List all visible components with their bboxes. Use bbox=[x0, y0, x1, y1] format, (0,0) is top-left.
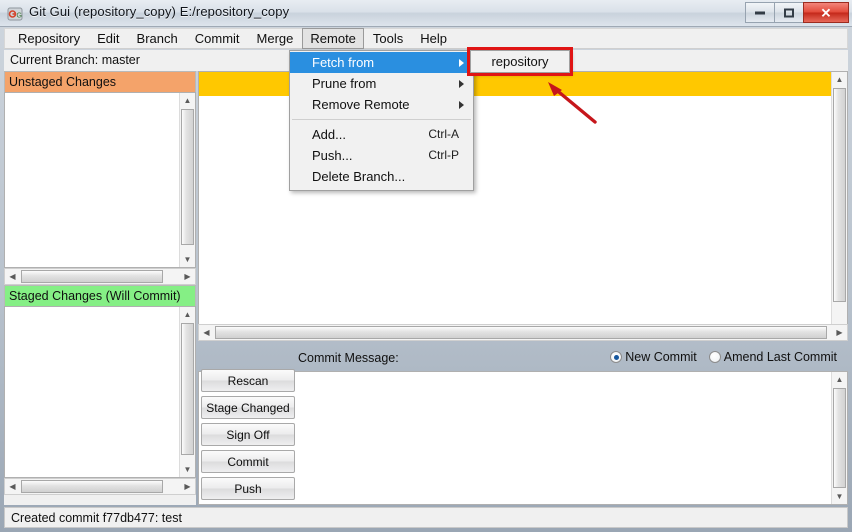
chevron-right-icon bbox=[459, 79, 464, 88]
scroll-right-icon[interactable]: ▶ bbox=[832, 325, 847, 340]
menu-commit[interactable]: Commit bbox=[187, 28, 248, 49]
scrollbar-thumb[interactable] bbox=[181, 323, 194, 455]
new-commit-label[interactable]: New Commit bbox=[625, 350, 697, 364]
rescan-button[interactable]: Rescan bbox=[201, 369, 295, 392]
minimize-button[interactable] bbox=[745, 2, 775, 23]
menu-edit[interactable]: Edit bbox=[89, 28, 127, 49]
scroll-up-icon[interactable]: ▲ bbox=[180, 307, 195, 322]
menu-item-add[interactable]: Add... Ctrl-A bbox=[290, 124, 473, 145]
maximize-button[interactable] bbox=[774, 2, 804, 23]
staged-changes-list[interactable]: ▲ ▼ bbox=[4, 306, 196, 478]
push-button[interactable]: Push bbox=[201, 477, 295, 500]
diff-vertical-scrollbar[interactable]: ▲ ▼ bbox=[831, 72, 847, 340]
commit-message-header: Commit Message: New Commit Amend Last Co… bbox=[198, 348, 848, 370]
window-controls: ✕ bbox=[745, 2, 849, 23]
menu-bar: Repository Edit Branch Commit Merge Remo… bbox=[4, 28, 848, 49]
menu-item-prune-from[interactable]: Prune from bbox=[290, 73, 473, 94]
git-gui-window: G Git Gui (repository_copy) E:/repositor… bbox=[0, 0, 852, 532]
menu-branch[interactable]: Branch bbox=[129, 28, 186, 49]
maximize-icon bbox=[784, 8, 794, 17]
commit-button[interactable]: Commit bbox=[201, 450, 295, 473]
svg-text:G: G bbox=[17, 13, 22, 20]
scrollbar-thumb[interactable] bbox=[21, 270, 163, 283]
scrollbar-thumb[interactable] bbox=[833, 88, 846, 302]
git-logo-icon: G bbox=[7, 6, 23, 22]
menu-item-label: Add... bbox=[312, 127, 346, 142]
scrollbar-thumb[interactable] bbox=[21, 480, 163, 493]
amend-commit-label[interactable]: Amend Last Commit bbox=[724, 350, 837, 364]
menu-repository[interactable]: Repository bbox=[10, 28, 88, 49]
menu-item-fetch-from[interactable]: Fetch from bbox=[290, 52, 473, 73]
commit-message-label: Commit Message: bbox=[298, 351, 399, 365]
menu-item-delete-branch[interactable]: Delete Branch... bbox=[290, 166, 473, 187]
scrollbar-thumb[interactable] bbox=[833, 388, 846, 488]
commit-message-input[interactable]: ▲ ▼ bbox=[198, 371, 848, 505]
scroll-left-icon[interactable]: ◀ bbox=[5, 479, 20, 494]
scroll-up-icon[interactable]: ▲ bbox=[180, 93, 195, 108]
chevron-right-icon bbox=[459, 100, 464, 109]
close-button[interactable]: ✕ bbox=[803, 2, 849, 23]
scroll-left-icon[interactable]: ◀ bbox=[199, 325, 214, 340]
action-button-column: Rescan Stage Changed Sign Off Commit Pus… bbox=[201, 369, 295, 500]
menu-help[interactable]: Help bbox=[412, 28, 455, 49]
status-bar: Created commit f77db477: test bbox=[4, 507, 848, 528]
scroll-down-icon[interactable]: ▼ bbox=[180, 252, 195, 267]
scroll-down-icon[interactable]: ▼ bbox=[180, 462, 195, 477]
menu-item-label: Remove Remote bbox=[312, 97, 410, 112]
left-column: Unstaged Changes ▲ ▼ ◀ ▶ Staged Changes … bbox=[4, 71, 196, 505]
scrollbar-thumb[interactable] bbox=[181, 109, 194, 245]
diff-horizontal-scrollbar[interactable]: ◀ ▶ bbox=[198, 324, 848, 341]
remote-dropdown-menu: Fetch from Prune from Remove Remote Add.… bbox=[289, 50, 474, 191]
submenu-item-repository[interactable]: repository bbox=[471, 51, 569, 72]
scrollbar-thumb[interactable] bbox=[215, 326, 827, 339]
scroll-up-icon[interactable]: ▲ bbox=[832, 372, 847, 387]
diff-horizontal-scrollbar-wrap: ◀ ▶ bbox=[198, 324, 848, 342]
menu-item-shortcut: Ctrl-P bbox=[428, 148, 459, 162]
title-bar: G Git Gui (repository_copy) E:/repositor… bbox=[0, 0, 852, 27]
fetch-from-submenu: repository bbox=[470, 50, 570, 73]
scroll-left-icon[interactable]: ◀ bbox=[5, 269, 20, 284]
staged-changes-header: Staged Changes (Will Commit) bbox=[4, 285, 196, 306]
window-title: Git Gui (repository_copy) E:/repository_… bbox=[29, 4, 290, 19]
commit-vertical-scrollbar[interactable]: ▲ ▼ bbox=[831, 372, 847, 504]
close-icon: ✕ bbox=[820, 5, 832, 20]
staged-vertical-scrollbar[interactable]: ▲ ▼ bbox=[179, 307, 195, 477]
unstaged-changes-list[interactable]: ▲ ▼ bbox=[4, 92, 196, 268]
unstaged-vertical-scrollbar[interactable]: ▲ ▼ bbox=[179, 93, 195, 267]
chevron-right-icon bbox=[459, 58, 464, 67]
menu-separator bbox=[292, 119, 471, 120]
unstaged-horizontal-scrollbar[interactable]: ◀ ▶ bbox=[4, 268, 196, 285]
new-commit-radio[interactable] bbox=[610, 351, 623, 363]
staged-horizontal-scrollbar[interactable]: ◀ ▶ bbox=[4, 478, 196, 495]
scroll-down-icon[interactable]: ▼ bbox=[832, 489, 847, 504]
menu-tools[interactable]: Tools bbox=[365, 28, 411, 49]
menu-remote[interactable]: Remote bbox=[302, 28, 364, 49]
scroll-up-icon[interactable]: ▲ bbox=[832, 72, 847, 87]
menu-merge[interactable]: Merge bbox=[249, 28, 302, 49]
menu-item-push[interactable]: Push... Ctrl-P bbox=[290, 145, 473, 166]
menu-item-label: Fetch from bbox=[312, 55, 375, 70]
minimize-icon bbox=[755, 11, 765, 14]
stage-changed-button[interactable]: Stage Changed bbox=[201, 396, 295, 419]
commit-mode-radios: New Commit Amend Last Commit bbox=[610, 350, 846, 364]
menu-item-remove-remote[interactable]: Remove Remote bbox=[290, 94, 473, 115]
scroll-right-icon[interactable]: ▶ bbox=[180, 479, 195, 494]
menu-item-label: Push... bbox=[312, 148, 353, 163]
scroll-right-icon[interactable]: ▶ bbox=[180, 269, 195, 284]
amend-commit-radio[interactable] bbox=[708, 351, 721, 363]
menu-item-shortcut: Ctrl-A bbox=[428, 127, 459, 141]
menu-item-label: Delete Branch... bbox=[312, 169, 406, 184]
sign-off-button[interactable]: Sign Off bbox=[201, 423, 295, 446]
unstaged-changes-header: Unstaged Changes bbox=[4, 71, 196, 92]
menu-item-label: Prune from bbox=[312, 76, 377, 91]
